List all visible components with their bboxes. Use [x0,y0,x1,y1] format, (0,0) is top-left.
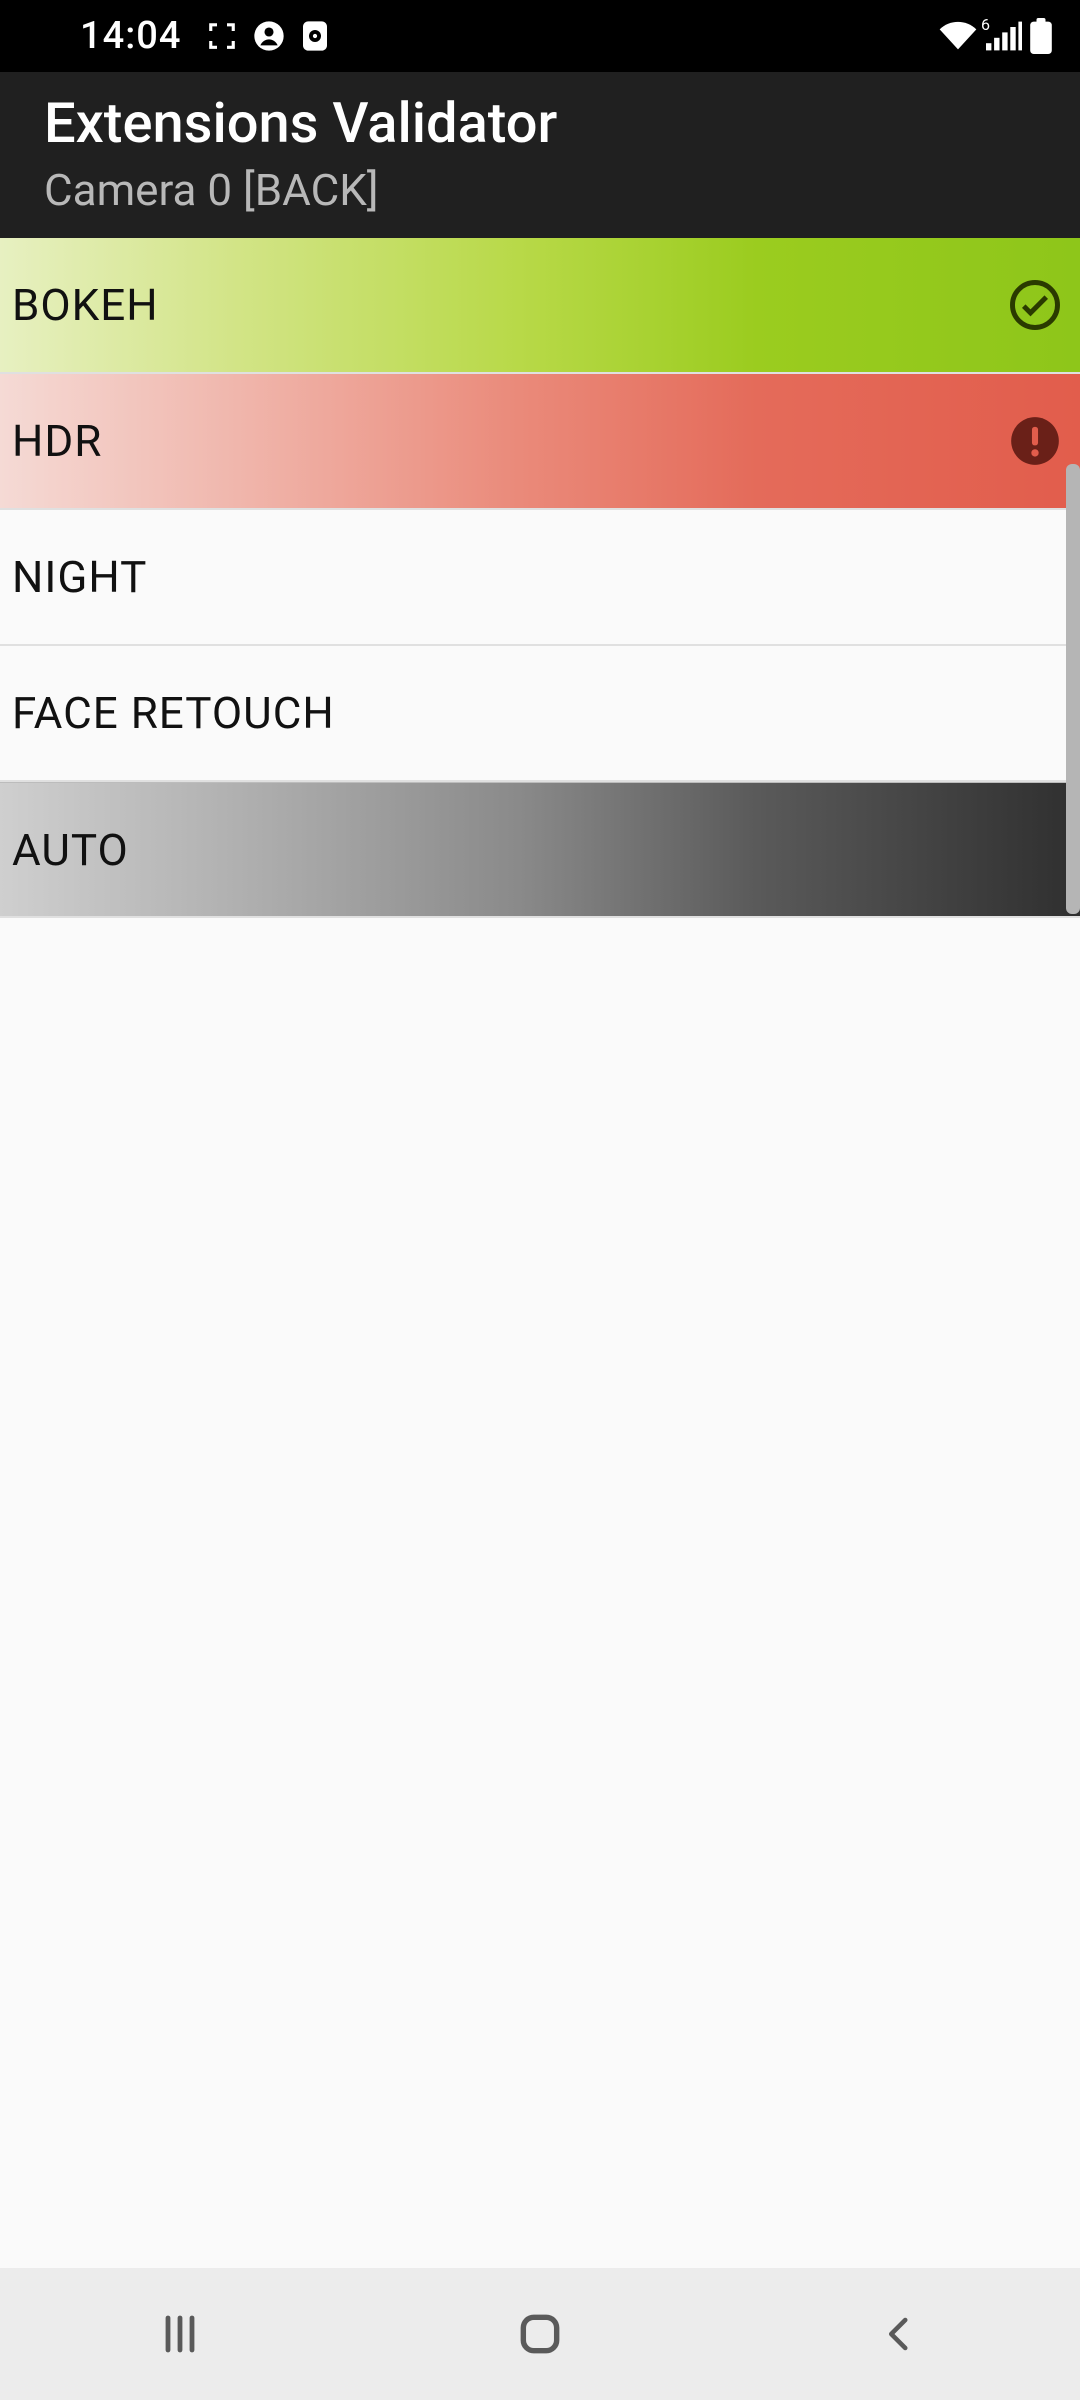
account-icon [253,20,285,52]
recents-button[interactable] [140,2304,220,2364]
app-title: Extensions Validator [44,90,1036,156]
check-circle-icon [1006,276,1064,334]
list-item-auto[interactable]: AUTO [0,782,1080,918]
list-item-label: FACE RETOUCH [12,687,335,739]
status-bar: 14:04 6 [0,0,1080,72]
extensions-list: BOKEH HDR NIGHT FACE RETOUCH AUTO [0,238,1080,918]
media-icon [301,20,329,52]
error-circle-icon [1006,412,1064,470]
list-item-hdr[interactable]: HDR [0,374,1080,510]
home-button[interactable] [500,2304,580,2364]
list-item-face-retouch[interactable]: FACE RETOUCH [0,646,1080,782]
list-item-label: HDR [12,415,102,467]
back-button[interactable] [860,2304,940,2364]
android-nav-bar [0,2268,1080,2400]
cellular-icon [986,21,1022,51]
list-item-bokeh[interactable]: BOKEH [0,238,1080,374]
app-bar: Extensions Validator Camera 0 [BACK] [0,72,1080,238]
fullscreen-icon [207,21,237,51]
status-left: 14:04 [80,14,329,58]
list-item-label: AUTO [12,824,129,876]
app-subtitle: Camera 0 [BACK] [44,164,1036,216]
list-item-night[interactable]: NIGHT [0,510,1080,646]
list-item-label: BOKEH [12,279,159,331]
wifi-badge: 6 [981,15,990,34]
scrollbar[interactable] [1066,464,1080,914]
status-right: 6 [938,18,1052,54]
clock: 14:04 [80,14,181,58]
wifi-icon: 6 [938,21,978,51]
list-item-label: NIGHT [12,551,147,603]
battery-icon [1030,18,1052,54]
